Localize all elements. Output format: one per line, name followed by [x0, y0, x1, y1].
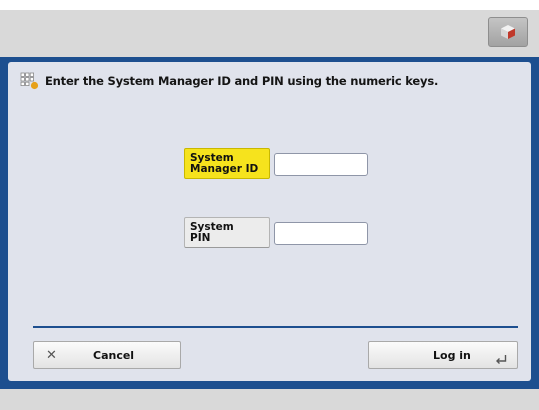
- top-cube-button[interactable]: [488, 17, 528, 47]
- enter-return-icon: [496, 355, 507, 364]
- divider: [33, 326, 518, 328]
- cancel-label: Cancel: [93, 349, 135, 362]
- login-button[interactable]: Log in: [368, 341, 518, 369]
- bottom-bar: [0, 389, 539, 410]
- label-line: PIN: [190, 232, 211, 244]
- login-label: Log in: [433, 349, 471, 362]
- close-icon: ✕: [46, 348, 57, 363]
- cube-icon: [501, 25, 515, 39]
- system-pin-key[interactable]: System PIN: [184, 217, 270, 248]
- top-bar-strip: [0, 10, 539, 57]
- system-manager-id-input[interactable]: [274, 153, 368, 176]
- instruction-row: Enter the System Manager ID and PIN usin…: [20, 70, 438, 92]
- system-pin-input[interactable]: [274, 222, 368, 245]
- keypad-info-icon: [20, 72, 40, 90]
- label-line: Manager ID: [190, 163, 259, 175]
- system-manager-id-key[interactable]: System Manager ID: [184, 148, 270, 179]
- cancel-button[interactable]: ✕ Cancel: [33, 341, 181, 369]
- instruction-text: Enter the System Manager ID and PIN usin…: [45, 74, 439, 88]
- top-bar: [0, 0, 539, 57]
